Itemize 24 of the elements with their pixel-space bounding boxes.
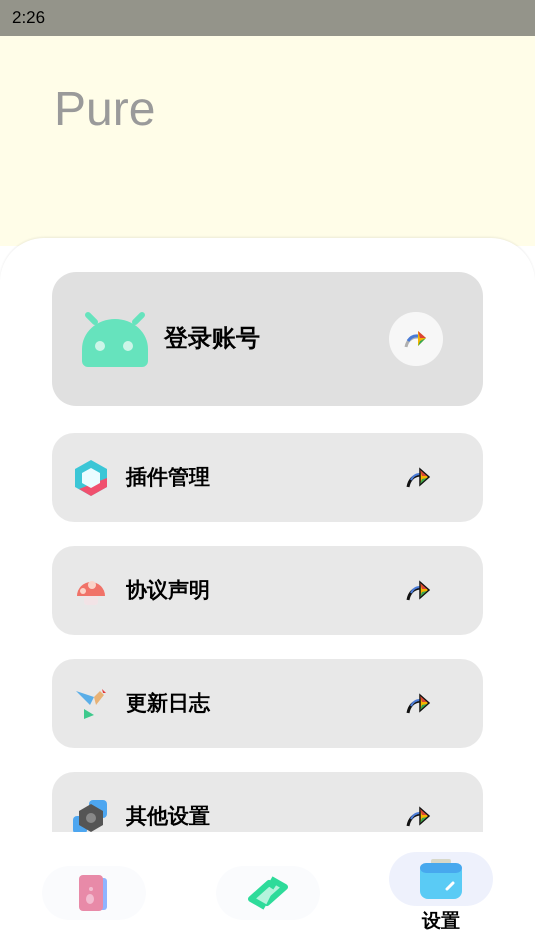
status-time: 2:26: [12, 7, 46, 30]
bird-icon: [74, 686, 108, 720]
share-arrow-icon: [404, 329, 428, 349]
hexagon-icon: [73, 458, 109, 496]
menu-row[interactable]: 协议声明: [52, 546, 483, 635]
hex-nut-icon: [73, 800, 109, 832]
toolbox-icon: [419, 859, 463, 899]
share-arrow-icon: [405, 466, 431, 488]
nav-label: 设置: [422, 910, 460, 934]
menu-label: 协议声明: [126, 578, 211, 604]
share-arrow-icon: [405, 692, 431, 714]
menu-row[interactable]: 其他设置: [52, 772, 483, 832]
login-label: 登录账号: [164, 324, 261, 354]
nav-tab[interactable]: [216, 866, 320, 920]
android-robot-icon: [80, 311, 150, 367]
menu-label: 插件管理: [126, 464, 211, 491]
login-card[interactable]: 登录账号: [52, 272, 483, 406]
app-title: Pure: [54, 83, 156, 136]
share-arrow-icon: [405, 806, 431, 828]
menu-row[interactable]: 插件管理: [52, 433, 483, 522]
menu-label: 更新日志: [126, 690, 212, 717]
menu-row[interactable]: 更新日志: [52, 659, 483, 748]
menu-label: 其他设置: [126, 804, 211, 830]
share-arrow-icon: [405, 580, 431, 602]
